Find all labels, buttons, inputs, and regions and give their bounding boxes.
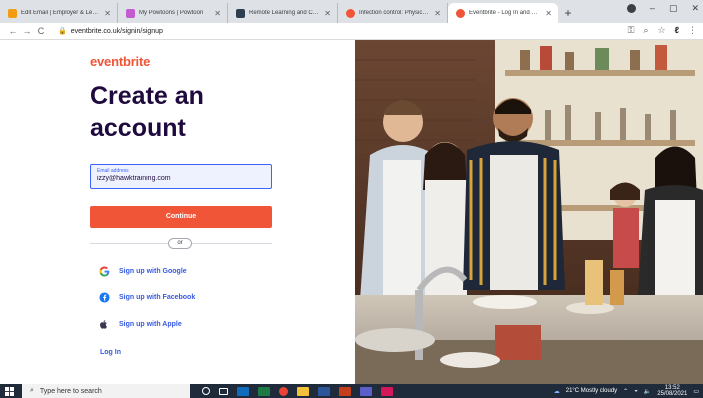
task-view-icon[interactable] [219, 387, 228, 395]
apple-signup-link[interactable]: Sign up with Apple [98, 319, 182, 330]
headline-line-2: account [90, 114, 186, 142]
email-field[interactable]: Email address [90, 164, 272, 189]
tab-title: My Powtoons | Powtoon [139, 10, 204, 16]
key-icon[interactable]: ⚿ [628, 25, 635, 36]
signup-panel: eventbrite Create an account Email addre… [0, 40, 355, 384]
favicon-icon [8, 8, 17, 18]
tray-chevron-icon[interactable]: ⌃ [623, 388, 628, 395]
profile-icon[interactable] [626, 4, 636, 13]
window-controls: – ▢ ✕ [626, 3, 699, 14]
tab-infection-control[interactable]: Infection control: Physical care o ✕ [338, 3, 448, 23]
apple-icon [98, 319, 110, 330]
reload-icon[interactable]: C [34, 26, 48, 36]
volume-icon[interactable]: 🔈 [644, 388, 651, 395]
close-tab-icon[interactable]: ✕ [434, 9, 441, 18]
login-link[interactable]: Log In [100, 349, 121, 356]
new-tab-button[interactable]: + [558, 3, 578, 23]
clock-date: 25/08/2021 [657, 391, 688, 397]
apple-signup-label: Sign up with Apple [119, 321, 182, 328]
system-tray: ☁ 21°C Mostly cloudy ⌃ ◒ 🔈 13:52 25/08/2… [554, 384, 699, 398]
favicon-icon [126, 8, 135, 18]
taskbar-search-placeholder: Type here to search [39, 387, 102, 395]
favicon-icon [236, 8, 245, 18]
notifications-icon[interactable]: ▭ [693, 388, 699, 395]
tab-eventbrite[interactable]: Eventbrite - Log In and Sign In ✕ [448, 3, 558, 23]
network-icon[interactable]: ◒ [634, 388, 638, 394]
indesign-icon[interactable] [381, 386, 393, 396]
extension-icon[interactable]: ℓ [675, 25, 679, 36]
facebook-signup-label: Sign up with Facebook [119, 294, 196, 301]
powerpoint-icon[interactable] [339, 386, 351, 396]
or-separator: or [168, 238, 192, 249]
minimize-button[interactable]: – [650, 3, 655, 14]
weather-text[interactable]: 21°C Mostly cloudy [566, 388, 617, 394]
bookmark-star-icon[interactable]: ☆ [658, 25, 666, 36]
email-input[interactable] [97, 175, 265, 182]
email-label: Email address [97, 168, 129, 174]
headline-line-1: Create an [90, 82, 204, 110]
eventbrite-logo[interactable]: eventbrite [90, 54, 150, 69]
weather-icon[interactable]: ☁ [554, 388, 560, 395]
close-tab-icon[interactable]: ✕ [545, 9, 552, 18]
google-signup-link[interactable]: Sign up with Google [98, 266, 187, 277]
maximize-button[interactable]: ▢ [669, 3, 678, 14]
menu-icon[interactable]: ⋮ [688, 25, 697, 36]
cortana-icon[interactable] [202, 387, 210, 395]
close-tab-icon[interactable]: ✕ [104, 9, 111, 18]
outlook-icon[interactable] [237, 386, 249, 396]
tab-edit-email[interactable]: Edit Email | Employer & Learner ✕ [0, 3, 118, 23]
tab-remote-learning[interactable]: Remote Learning and Communi ✕ [228, 3, 338, 23]
back-arrow-icon[interactable]: ← [6, 26, 20, 36]
google-signup-label: Sign up with Google [119, 268, 187, 275]
tab-powtoon[interactable]: My Powtoons | Powtoon ✕ [118, 3, 228, 23]
chrome-icon[interactable] [279, 386, 288, 396]
tab-title: Infection control: Physical care o [359, 10, 430, 16]
forward-arrow-icon[interactable]: → [20, 26, 34, 36]
file-explorer-icon[interactable] [297, 386, 309, 396]
favicon-icon [456, 8, 465, 18]
lock-icon[interactable]: 🔒 [58, 27, 67, 35]
zoom-icon[interactable]: ⌕ [643, 25, 648, 36]
facebook-icon [98, 292, 110, 303]
windows-taskbar: ⌕ Type here to search ☁ 21°C Mostly clou… [0, 384, 703, 398]
tab-title: Eventbrite - Log In and Sign In [469, 10, 541, 16]
page: eventbrite Create an account Email addre… [0, 40, 703, 384]
browser-toolbar: ← → C 🔒 eventbrite.co.uk/signin/signup ⚿… [0, 23, 703, 40]
excel-icon[interactable] [258, 386, 270, 396]
address-bar[interactable]: eventbrite.co.uk/signin/signup [71, 28, 163, 35]
tab-strip: Edit Email | Employer & Learner ✕ My Pow… [0, 0, 703, 23]
continue-button[interactable]: Continue [90, 206, 272, 228]
clock[interactable]: 13:52 25/08/2021 [657, 385, 687, 397]
search-icon: ⌕ [30, 387, 34, 394]
facebook-signup-link[interactable]: Sign up with Facebook [98, 292, 195, 303]
google-icon [98, 266, 110, 277]
close-tab-icon[interactable]: ✕ [214, 9, 221, 18]
favicon-icon [346, 8, 355, 18]
tab-title: Remote Learning and Communi [249, 10, 321, 16]
taskbar-search[interactable]: ⌕ Type here to search [22, 384, 190, 398]
cooking-class-image [355, 40, 703, 384]
windows-start-button[interactable] [0, 384, 18, 398]
hero-photo [355, 40, 703, 384]
toolbar-actions: ⚿ ⌕ ☆ ℓ ⋮ [628, 25, 697, 36]
page-title: Create an account [90, 80, 204, 144]
close-window-button[interactable]: ✕ [691, 3, 699, 14]
teams-icon[interactable] [360, 386, 372, 396]
word-icon[interactable] [318, 386, 330, 396]
tab-title: Edit Email | Employer & Learner [21, 10, 101, 16]
close-tab-icon[interactable]: ✕ [324, 9, 331, 18]
windows-logo-icon [4, 386, 14, 396]
